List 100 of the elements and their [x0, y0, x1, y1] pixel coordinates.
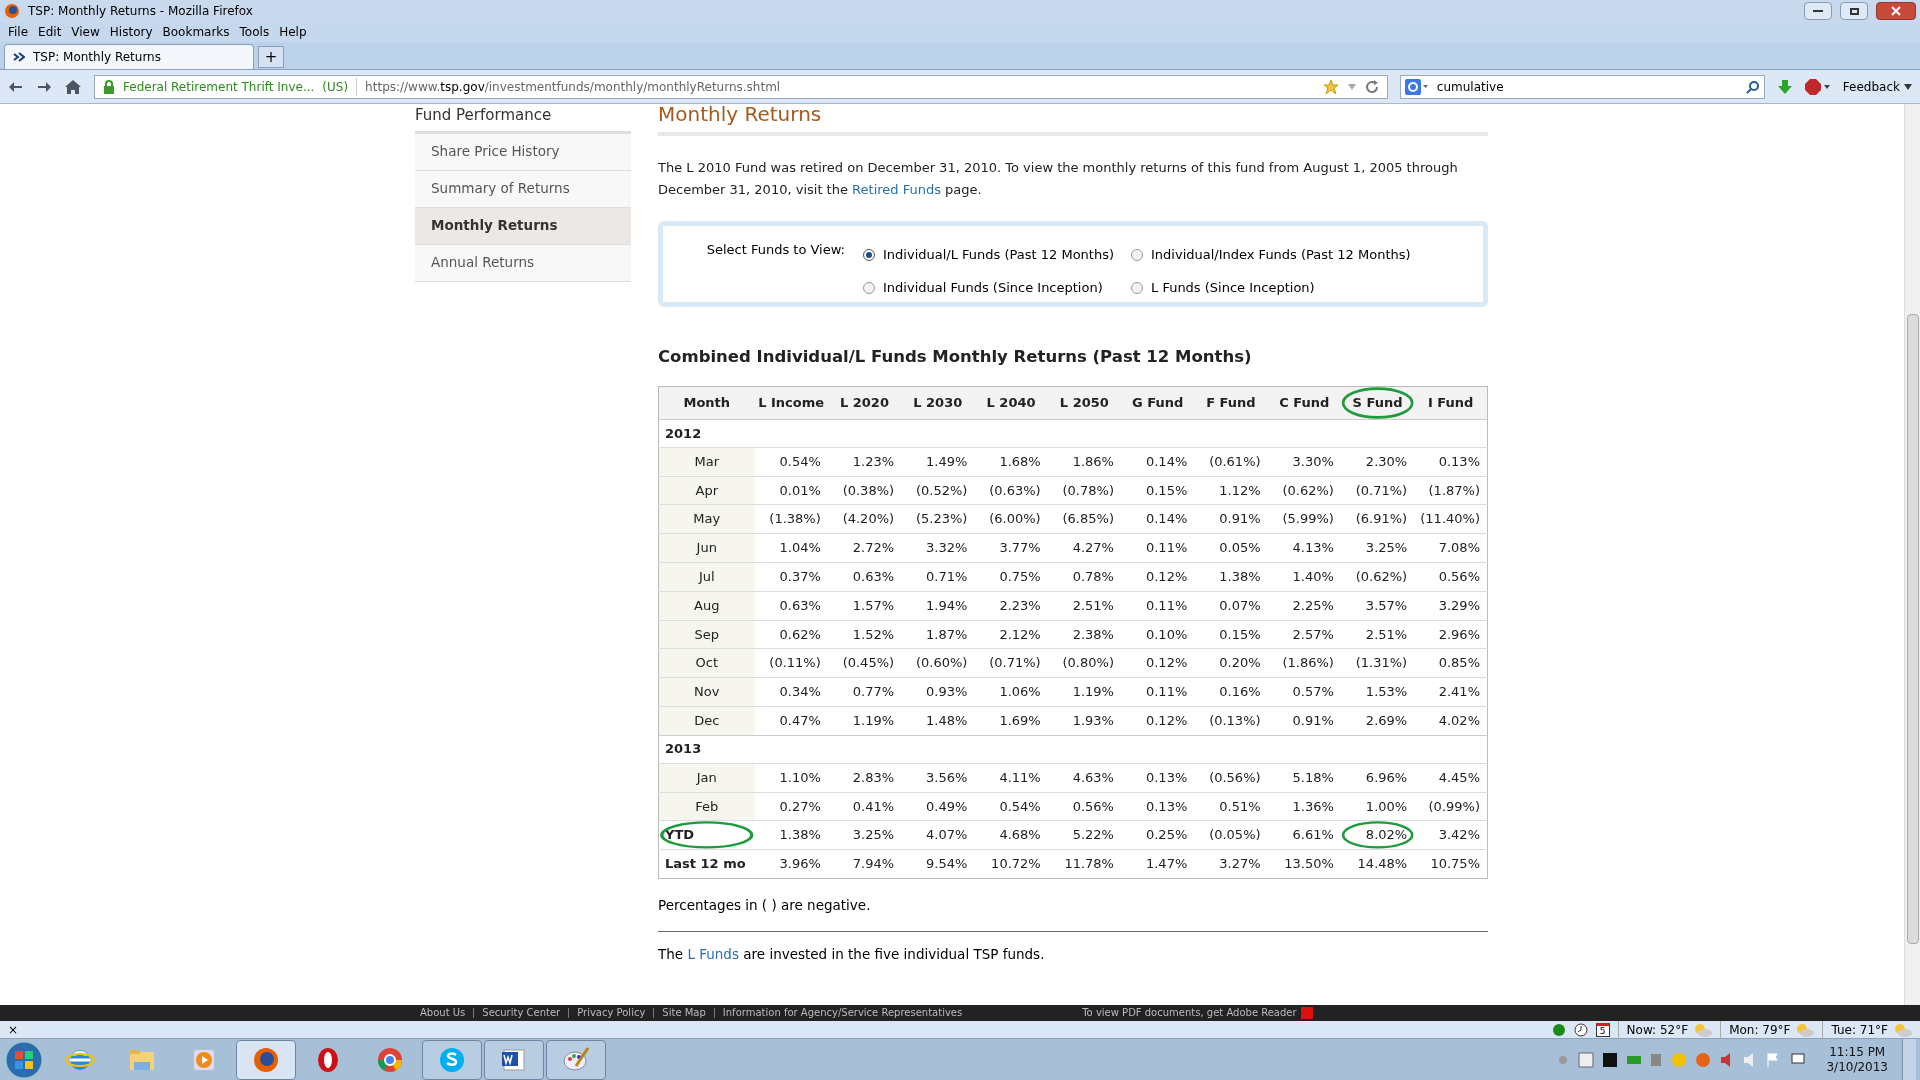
scrollbar[interactable]: [1904, 104, 1920, 1005]
restore-button[interactable]: [1840, 2, 1868, 20]
table-cell: 1.10%: [779, 769, 821, 785]
table-cell: (0.13%): [1209, 713, 1261, 729]
menu-item[interactable]: History: [109, 23, 153, 41]
table-cell: 2.12%: [999, 626, 1041, 642]
table-cell: (0.62%): [1355, 569, 1408, 585]
menu-item[interactable]: View: [71, 23, 100, 41]
menu-item[interactable]: Bookmarks: [162, 23, 230, 41]
radio-button[interactable]: [1131, 248, 1143, 261]
sidebar-item[interactable]: Summary of Returns: [415, 170, 631, 208]
footer-link[interactable]: Information for Agency/Service Representatives: [713, 1008, 963, 1018]
menu-item[interactable]: Help: [279, 23, 307, 41]
table-cell: 2.51%: [1072, 597, 1114, 613]
table-cell: (0.11%): [769, 655, 821, 671]
table-cell: 0.54%: [999, 798, 1041, 814]
link[interactable]: Retired Funds: [852, 182, 941, 197]
table-cell: 7.94%: [827, 849, 902, 879]
column-header: I Fund: [1414, 386, 1488, 420]
menu-item[interactable]: Tools: [239, 23, 270, 41]
table-cell: 0.34%: [779, 684, 821, 700]
table-cell: 0.12%: [1145, 713, 1188, 729]
radio-button[interactable]: [863, 248, 875, 261]
page-heading: Monthly Returns: [658, 104, 1488, 136]
address-bar[interactable]: Federal Retirement Thrift Inve... (US) https://www.tsp.gov/investmentfunds/monthly/monthlyReturns.shtml: [94, 74, 1388, 99]
table-cell: 4.13%: [1292, 540, 1334, 556]
menu-item[interactable]: Edit: [38, 23, 62, 41]
clock-time[interactable]: 11:15 PM: [1829, 1044, 1886, 1060]
table-title: Combined Individual/L Funds Monthly Returns (Past 12 Months): [658, 346, 1253, 368]
note-text: The L Funds are invested in the five individual TSP funds.: [658, 945, 1046, 965]
table-cell: 13.50%: [1267, 849, 1341, 879]
close-button[interactable]: [1876, 2, 1916, 20]
table-cell: 0.63%: [779, 597, 821, 613]
show-desktop-button[interactable]: [1902, 1039, 1916, 1080]
download-icon[interactable]: [1776, 78, 1793, 95]
table-cell: 4.11%: [999, 769, 1041, 785]
search-icon[interactable]: [1745, 79, 1760, 94]
taskbar-button[interactable]: [484, 1039, 544, 1080]
table-cell: (11.40%): [1420, 511, 1480, 527]
reload-icon[interactable]: [1364, 79, 1379, 94]
table-cell: 2.83%: [852, 769, 895, 785]
taskbar-button[interactable]: [422, 1039, 482, 1080]
browser-tab[interactable]: TSP: Monthly Returns: [4, 44, 254, 69]
footer-link[interactable]: About Us: [420, 1008, 466, 1018]
table-cell: (0.38%): [842, 482, 895, 498]
table-cell: 0.57%: [1292, 684, 1334, 700]
table-cell: 11.78%: [1047, 849, 1121, 879]
table-cell: 0.01%: [779, 482, 821, 498]
month-label: Oct: [695, 655, 718, 671]
table-cell: 0.93%: [926, 684, 968, 700]
radio-label: Individual Funds (Since Inception): [883, 278, 1103, 297]
adblock-icon[interactable]: [1804, 78, 1831, 95]
link[interactable]: L Funds: [687, 946, 739, 963]
minimize-button[interactable]: [1804, 2, 1832, 20]
table-cell: (0.78%): [1062, 482, 1114, 498]
star-icon[interactable]: [1322, 78, 1339, 95]
table-cell: 0.07%: [1219, 597, 1261, 613]
start-button[interactable]: [4, 1039, 44, 1080]
radio-label: Individual/L Funds (Past 12 Months): [883, 245, 1115, 264]
radio-button[interactable]: [863, 281, 875, 294]
footer-link[interactable]: Privacy Policy: [568, 1008, 646, 1018]
table-cell: 0.62%: [779, 626, 821, 642]
search-text: cumulative: [1436, 78, 1504, 96]
table-cell: 3.96%: [754, 849, 828, 879]
intro-paragraph: The L 2010 Fund was retired on December 31, 2010. To view the monthly returns of this fund from August 1, 2005 through December 31, 2010, visit the Retired Funds page.: [658, 159, 1459, 199]
search-field[interactable]: cumulative: [1399, 74, 1765, 99]
table-cell: 0.71%: [926, 569, 968, 585]
table-cell: (5.99%): [1282, 511, 1334, 527]
table-cell: 0.25%: [1121, 820, 1195, 850]
taskbar-button[interactable]: [236, 1039, 296, 1080]
footer-link[interactable]: Security Center: [473, 1008, 561, 1018]
url-text: https://www.tsp.gov/investmentfunds/monthly/monthlyReturns.shtml: [365, 78, 781, 96]
new-tab-button[interactable]: +: [258, 46, 284, 68]
pdf-icon[interactable]: [1300, 1007, 1313, 1019]
table-cell: 1.48%: [926, 713, 968, 729]
calendar-icon[interactable]: 5: [1595, 1022, 1610, 1037]
menu-item[interactable]: File: [8, 23, 29, 41]
search-engine-icon[interactable]: [1404, 78, 1429, 95]
sidebar-item[interactable]: Annual Returns: [415, 244, 631, 282]
month-label: Nov: [694, 684, 720, 700]
taskbar-button[interactable]: [546, 1039, 606, 1080]
radio-button[interactable]: [1131, 281, 1143, 294]
dropdown-icon[interactable]: [1346, 82, 1357, 91]
table-cell: 0.10%: [1145, 626, 1188, 642]
table-cell: 0.14%: [1145, 453, 1188, 469]
table-cell: (6.85%): [1062, 511, 1114, 527]
month-label: Feb: [695, 798, 719, 814]
clock-date[interactable]: 3/10/2013: [1826, 1059, 1888, 1075]
table-cell: 0.63%: [852, 569, 895, 585]
sidebar-item[interactable]: Share Price History: [415, 133, 631, 171]
table-cell: (0.05%): [1194, 820, 1268, 850]
sidebar-item[interactable]: Monthly Returns: [415, 207, 631, 245]
table-cell: (1.86%): [1282, 655, 1334, 671]
feedback-button[interactable]: Feedback: [1842, 77, 1912, 96]
footer-link[interactable]: Site Map: [653, 1008, 706, 1018]
close-findbar-button[interactable]: ×: [8, 1020, 19, 1039]
table-cell: 1.12%: [1219, 482, 1261, 498]
weather-icon: [1892, 1022, 1912, 1037]
home-icon[interactable]: [64, 78, 82, 95]
table-cell: 3.27%: [1194, 849, 1268, 879]
